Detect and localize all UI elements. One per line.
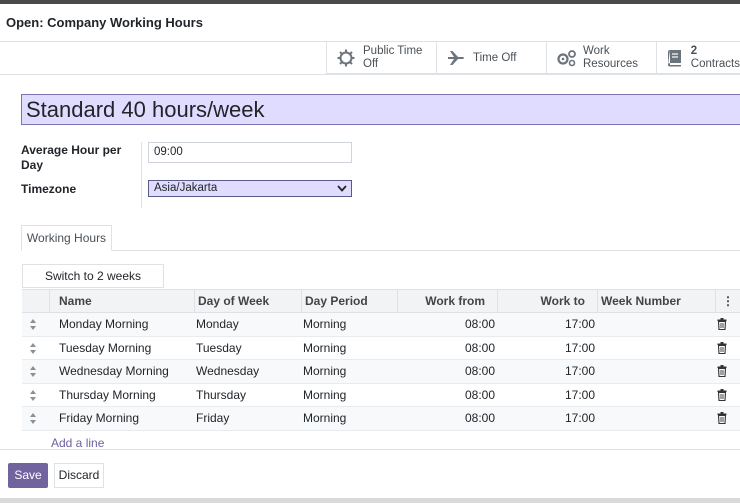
drag-handle-icon[interactable] bbox=[29, 342, 37, 358]
cell-work-to[interactable]: 17:00 bbox=[497, 407, 595, 430]
average-hour-label: Average Hour per Day bbox=[21, 143, 121, 173]
table-row[interactable]: Monday Morning Monday Morning 08:00 17:00 bbox=[22, 313, 740, 337]
contracts-count: 2 bbox=[690, 45, 698, 57]
work-resources-label-l1: Work bbox=[583, 45, 610, 57]
average-hour-input[interactable]: 09:00 bbox=[148, 142, 352, 163]
cell-name[interactable]: Wednesday Morning bbox=[59, 360, 169, 383]
cell-day-period[interactable]: Morning bbox=[303, 384, 346, 407]
column-week-number[interactable]: Week Number bbox=[597, 290, 715, 313]
time-off-label: Time Off bbox=[473, 51, 517, 64]
column-name[interactable]: Name bbox=[53, 290, 193, 313]
cell-day-of-week[interactable]: Friday bbox=[196, 407, 229, 430]
column-options-icon[interactable]: ⋮ bbox=[715, 290, 740, 313]
column-day-period[interactable]: Day Period bbox=[301, 290, 397, 313]
save-button[interactable]: Save bbox=[8, 463, 48, 488]
background-strip-bottom bbox=[0, 498, 740, 503]
gear-icon bbox=[335, 48, 357, 68]
plane-icon bbox=[445, 48, 467, 68]
cell-day-of-week[interactable]: Thursday bbox=[196, 384, 246, 407]
cell-day-period[interactable]: Morning bbox=[303, 337, 346, 360]
tabs-bar bbox=[21, 250, 740, 251]
public-time-off-button[interactable]: Public Time Off bbox=[326, 42, 436, 74]
label-separator bbox=[141, 142, 142, 208]
work-resources-button[interactable]: Work Resources bbox=[546, 42, 656, 74]
dialog-title: Open: Company Working Hours bbox=[6, 15, 203, 30]
column-work-to[interactable]: Work to bbox=[497, 290, 597, 313]
table-body: Monday Morning Monday Morning 08:00 17:00 Tue… bbox=[22, 313, 740, 431]
header-handle-spacer bbox=[49, 290, 50, 313]
smart-buttons: Public Time Off Time Off Work Resources 2C… bbox=[326, 42, 740, 74]
table-header: Name Day of Week Day Period Work from Wo… bbox=[22, 289, 740, 313]
column-work-from[interactable]: Work from bbox=[397, 290, 497, 313]
timezone-select[interactable]: Asia/Jakarta bbox=[148, 180, 352, 197]
discard-button[interactable]: Discard bbox=[54, 463, 104, 488]
drag-handle-icon[interactable] bbox=[29, 389, 37, 405]
name-input[interactable]: Standard 40 hours/week bbox=[21, 94, 740, 125]
cell-day-period[interactable]: Morning bbox=[303, 407, 346, 430]
dialog-header: Open: Company Working Hours bbox=[0, 4, 740, 42]
cell-work-to[interactable]: 17:00 bbox=[497, 384, 595, 407]
table-row[interactable]: Friday Morning Friday Morning 08:00 17:00 bbox=[22, 407, 740, 431]
cell-work-to[interactable]: 17:00 bbox=[497, 337, 595, 360]
table-row[interactable]: Thursday Morning Thursday Morning 08:00 17:0… bbox=[22, 383, 740, 408]
cogs-icon bbox=[555, 48, 577, 68]
contracts-label: Contracts bbox=[690, 58, 740, 70]
public-time-off-label-l1: Public Time bbox=[363, 45, 423, 57]
public-time-off-label-l2: Off bbox=[363, 58, 379, 70]
cell-day-period[interactable]: Morning bbox=[303, 313, 346, 336]
trash-icon[interactable] bbox=[717, 365, 727, 380]
dialog-footer bbox=[0, 449, 740, 503]
cell-work-from[interactable]: 08:00 bbox=[397, 337, 495, 360]
drag-handle-icon[interactable] bbox=[29, 412, 37, 428]
cell-name[interactable]: Tuesday Morning bbox=[59, 337, 151, 360]
cell-day-period[interactable]: Morning bbox=[303, 360, 346, 383]
cell-work-from[interactable]: 08:00 bbox=[397, 313, 495, 336]
cell-work-to[interactable]: 17:00 bbox=[497, 360, 595, 383]
timezone-value: Asia/Jakarta bbox=[154, 182, 218, 194]
dialog: Open: Company Working Hours Public Time O… bbox=[0, 0, 740, 503]
working-hours-table: Name Day of Week Day Period Work from Wo… bbox=[22, 289, 740, 431]
cell-name[interactable]: Monday Morning bbox=[59, 313, 148, 336]
book-icon bbox=[665, 48, 685, 68]
column-day-of-week[interactable]: Day of Week bbox=[194, 290, 301, 313]
table-row[interactable]: Wednesday Morning Wednesday Morning 08:00 17… bbox=[22, 360, 740, 384]
work-resources-label-l2: Resources bbox=[583, 58, 638, 70]
cell-name[interactable]: Friday Morning bbox=[59, 407, 139, 430]
chevron-down-icon bbox=[337, 181, 347, 201]
cell-day-of-week[interactable]: Wednesday bbox=[196, 360, 259, 383]
cell-day-of-week[interactable]: Monday bbox=[196, 313, 239, 336]
average-hour-label-line2: Day bbox=[21, 158, 44, 172]
timezone-label: Timezone bbox=[21, 182, 77, 196]
cell-name[interactable]: Thursday Morning bbox=[59, 384, 156, 407]
trash-icon[interactable] bbox=[717, 388, 727, 404]
trash-icon[interactable] bbox=[717, 318, 727, 333]
cell-work-from[interactable]: 08:00 bbox=[397, 384, 495, 407]
trash-icon[interactable] bbox=[717, 341, 727, 357]
tab-working-hours[interactable]: Working Hours bbox=[21, 225, 112, 251]
add-line-link[interactable]: Add a line bbox=[51, 436, 104, 450]
table-row[interactable]: Tuesday Morning Tuesday Morning 08:00 17:00 bbox=[22, 336, 740, 361]
cell-work-from[interactable]: 08:00 bbox=[397, 407, 495, 430]
time-off-button[interactable]: Time Off bbox=[436, 42, 546, 74]
switch-calendar-button[interactable]: Switch to 2 weeks calendar bbox=[22, 264, 164, 305]
trash-icon[interactable] bbox=[717, 412, 727, 427]
drag-handle-icon[interactable] bbox=[29, 318, 37, 334]
average-hour-label-line1: Average Hour per bbox=[21, 143, 122, 157]
cell-work-to[interactable]: 17:00 bbox=[497, 313, 595, 336]
contracts-button[interactable]: 2 Contracts bbox=[656, 42, 740, 74]
drag-handle-icon[interactable] bbox=[29, 365, 37, 381]
header-separator bbox=[0, 74, 740, 75]
cell-day-of-week[interactable]: Tuesday bbox=[196, 337, 242, 360]
cell-work-from[interactable]: 08:00 bbox=[397, 360, 495, 383]
